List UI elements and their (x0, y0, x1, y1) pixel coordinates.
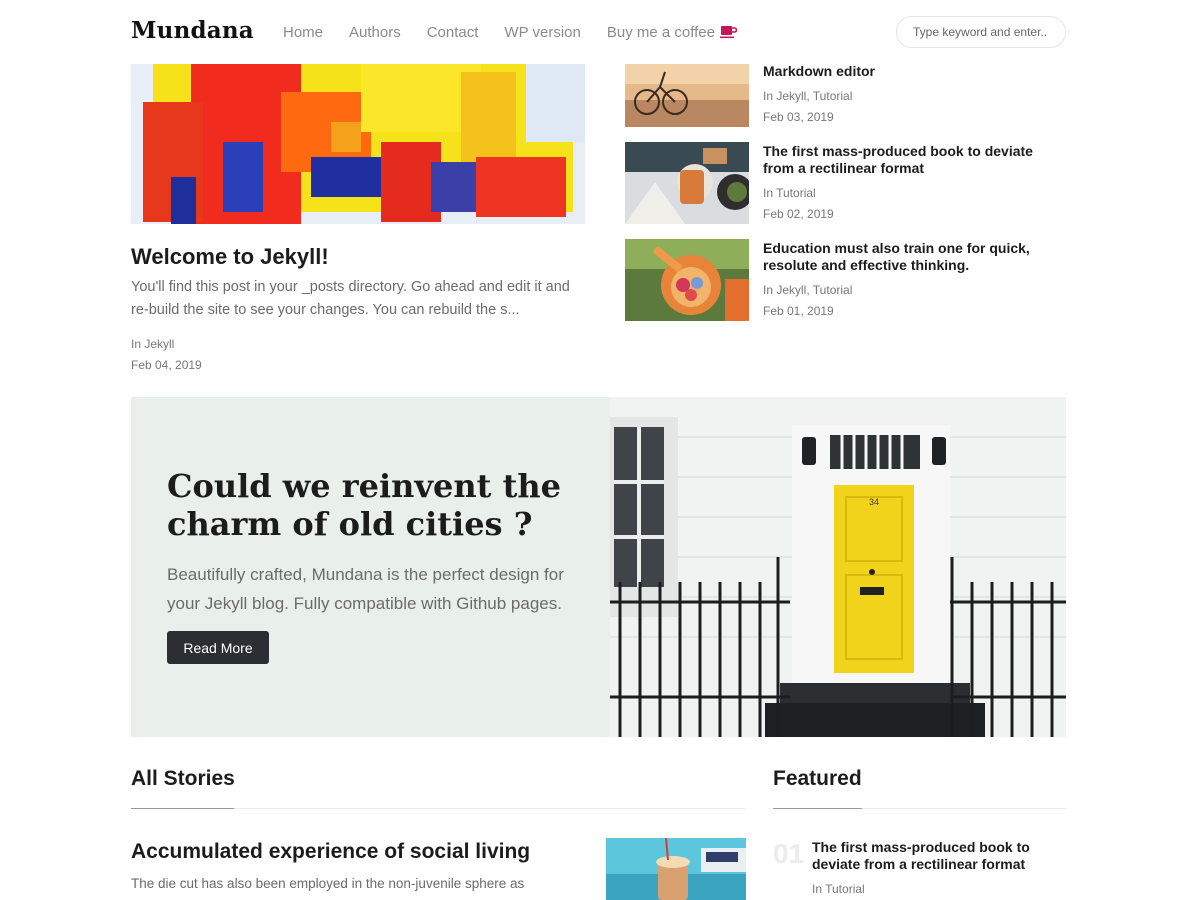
side-post-thumbnail[interactable] (625, 239, 749, 321)
main-post-image[interactable] (131, 62, 585, 224)
nav-link-buy-coffee[interactable]: Buy me a coffee (607, 24, 737, 41)
search-input[interactable] (896, 16, 1066, 48)
side-post[interactable]: Education must also train one for quick,… (625, 239, 1070, 323)
nav-link-wp-version[interactable]: WP version (504, 24, 580, 41)
featured-category: In Tutorial (812, 882, 865, 896)
nav-link-authors[interactable]: Authors (349, 24, 401, 41)
side-post-category: In Tutorial (763, 186, 816, 200)
coffee-cup-icon (719, 26, 737, 39)
side-post-category: In Jekyll, Tutorial (763, 89, 853, 103)
door-number: 34 (869, 497, 879, 507)
nav-link-home[interactable]: Home (283, 24, 323, 41)
featured-number: 01 (773, 838, 805, 869)
side-post[interactable]: The first mass-produced book to deviate … (625, 142, 1070, 226)
side-post-thumbnail[interactable] (625, 142, 749, 224)
hero-text: Beautifully crafted, Mundana is the perf… (167, 565, 564, 613)
main-post-title[interactable]: Welcome to Jekyll! (131, 244, 329, 270)
story-title[interactable]: Accumulated experience of social living (131, 840, 530, 864)
main-post-excerpt: You'll find this post in your _posts dir… (131, 279, 570, 318)
side-post-title[interactable]: The first mass-produced book to deviate … (763, 143, 1063, 177)
main-post-category: In Jekyll (131, 337, 175, 351)
featured-title[interactable]: The first mass-produced book to deviate … (812, 839, 1052, 873)
brand-logo[interactable]: Mundana (131, 17, 254, 44)
nav-link-buy-coffee-label: Buy me a coffee (606, 24, 715, 41)
story-excerpt: The die cut has also been employed in th… (131, 876, 525, 891)
side-post-title[interactable]: Education must also train one for quick,… (763, 240, 1063, 274)
story-thumbnail[interactable] (606, 838, 746, 900)
navbar: Mundana Home Authors Contact WP version … (0, 0, 1200, 64)
main-post-date: Feb 04, 2019 (131, 358, 202, 372)
side-post-date: Feb 02, 2019 (763, 207, 834, 221)
side-post-date: Feb 01, 2019 (763, 304, 834, 318)
hero-title: Could we reinvent the charm of old citie… (167, 467, 561, 543)
nav-link-contact[interactable]: Contact (427, 24, 479, 41)
hero-image: 34 (610, 397, 1066, 737)
all-stories-heading: All Stories (131, 767, 235, 790)
featured-heading: Featured (773, 767, 862, 790)
side-post[interactable]: Markdown editor In Jekyll, Tutorial Feb … (625, 62, 1070, 146)
side-post-date: Feb 03, 2019 (763, 110, 834, 124)
side-post-thumbnail[interactable] (625, 62, 749, 127)
featured-underline (773, 808, 862, 809)
all-stories-underline (131, 808, 234, 809)
hero-jumbotron: Could we reinvent the charm of old citie… (131, 397, 1066, 737)
side-post-title[interactable]: Markdown editor (763, 63, 1063, 80)
nav-links: Home Authors Contact WP version Buy me a… (283, 24, 763, 41)
side-post-category: In Jekyll, Tutorial (763, 283, 853, 297)
read-more-button[interactable]: Read More (167, 631, 269, 664)
